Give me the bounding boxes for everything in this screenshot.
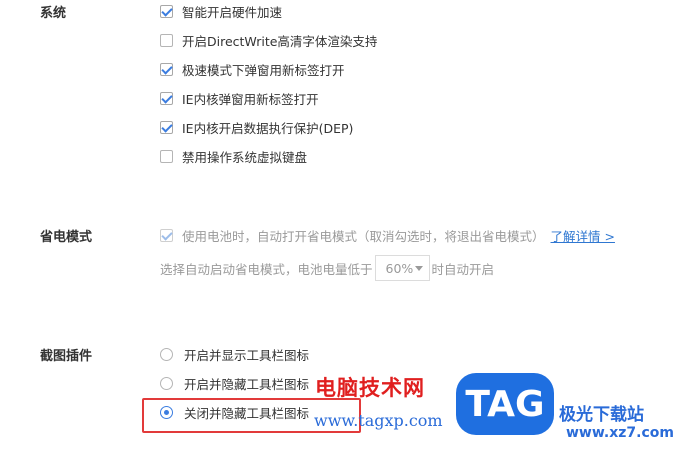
- checkbox-checked[interactable]: [160, 121, 173, 134]
- option-ie-dep[interactable]: IE内核开启数据执行保护(DEP): [160, 118, 353, 137]
- option-hardware-acceleration[interactable]: 智能开启硬件加速: [160, 2, 282, 21]
- radio-button[interactable]: [160, 348, 173, 361]
- option-disable-virtual-keyboard[interactable]: 禁用操作系统虚拟键盘: [160, 147, 307, 166]
- chevron-down-icon: [414, 265, 423, 271]
- option-battery-power-saving: 使用电池时，自动打开省电模式（取消勾选时，将退出省电模式） 了解详情 >: [160, 226, 615, 245]
- radio-button[interactable]: [160, 377, 173, 390]
- radio-show-toolbar-icon[interactable]: 开启并显示工具栏图标: [160, 345, 309, 364]
- option-label: 禁用操作系统虚拟键盘: [182, 150, 308, 165]
- option-label: 智能开启硬件加速: [182, 5, 283, 20]
- watermark-site2-name: 极光下载站: [559, 405, 644, 425]
- option-directwrite[interactable]: 开启DirectWrite高清字体渲染支持: [160, 31, 377, 50]
- battery-threshold-select[interactable]: 60%: [374, 255, 430, 281]
- radio-hide-toolbar-icon[interactable]: 开启并隐藏工具栏图标: [160, 374, 309, 393]
- option-label: 开启DirectWrite高清字体渲染支持: [182, 34, 378, 49]
- learn-more-link[interactable]: 了解详情 >: [551, 226, 615, 245]
- watermark-site2-url: www.xz7.com: [566, 425, 674, 441]
- section-label-screenshot-plugin: 截图插件: [40, 349, 93, 364]
- option-ie-popup-new-tab[interactable]: IE内核弹窗用新标签打开: [160, 89, 319, 108]
- tag-logo: TAG: [456, 373, 554, 435]
- threshold-suffix: 时自动开启: [431, 261, 495, 277]
- section-label-system: 系统: [40, 6, 67, 21]
- option-fast-mode-popup-new-tab[interactable]: 极速模式下弹窗用新标签打开: [160, 60, 345, 79]
- checkbox-disabled-checked: [160, 229, 173, 242]
- select-value: 60%: [385, 260, 414, 276]
- checkbox-checked[interactable]: [160, 5, 173, 18]
- option-label: IE内核弹窗用新标签打开: [182, 92, 319, 107]
- option-label: 极速模式下弹窗用新标签打开: [182, 63, 345, 78]
- checkbox-checked[interactable]: [160, 92, 173, 105]
- watermark-url: www.tagxp.com: [314, 411, 443, 430]
- threshold-prefix: 选择自动启动省电模式，电池电量低于: [160, 261, 373, 277]
- option-label: IE内核开启数据执行保护(DEP): [182, 121, 354, 136]
- watermark-site-name: 电脑技术网: [315, 376, 425, 400]
- option-label: 开启并显示工具栏图标: [184, 348, 310, 363]
- checkbox-unchecked[interactable]: [160, 150, 173, 163]
- option-label: 使用电池时，自动打开省电模式（取消勾选时，将退出省电模式）: [182, 229, 545, 244]
- checkbox-unchecked[interactable]: [160, 34, 173, 47]
- option-label: 开启并隐藏工具栏图标: [184, 377, 310, 392]
- checkbox-checked[interactable]: [160, 63, 173, 76]
- tag-logo-text: TAG: [465, 383, 545, 425]
- battery-threshold-row: 选择自动启动省电模式，电池电量低于 60% 时自动开启: [160, 255, 494, 281]
- section-label-power-saving: 省电模式: [40, 230, 93, 245]
